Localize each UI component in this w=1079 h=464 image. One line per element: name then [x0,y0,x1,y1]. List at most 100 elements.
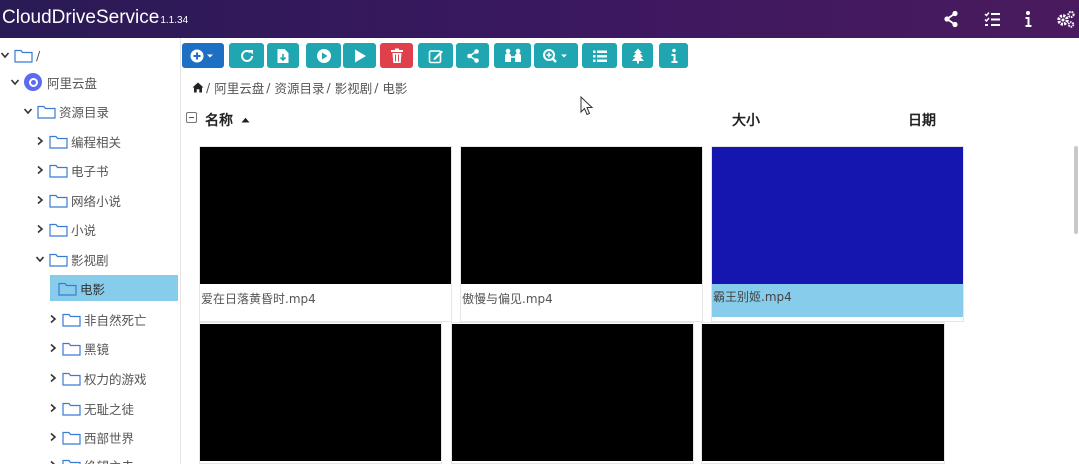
chevron-right-icon[interactable] [48,343,58,353]
tree-item-ebooks[interactable]: 电子书 [35,157,109,183]
chevron-down-icon[interactable] [10,77,20,87]
chevron-right-icon[interactable] [35,224,45,234]
tree-item-black-mirror[interactable]: 黑镜 [48,335,109,361]
delete-button[interactable] [380,43,413,68]
tree-item-movies[interactable]: 电影 [50,275,178,301]
file-card[interactable] [199,322,442,464]
column-name-label: 名称 [205,113,233,129]
tree-item-label: 非自然死亡 [84,312,147,328]
tree-item-label: 绝望主夫 [84,456,134,464]
column-header-size[interactable]: 大小 [732,110,760,130]
list-view-button[interactable] [582,43,617,68]
tree-item-label: 西部世界 [84,430,135,446]
rename-button[interactable] [418,43,453,68]
tree-item-label: 小说 [71,222,97,238]
tree-item-label: 编程相关 [71,134,122,150]
chevron-right-icon[interactable] [35,136,45,146]
tree-item-westworld[interactable]: 西部世界 [48,424,134,450]
chevron-down-icon[interactable] [23,106,33,116]
tree-item-desperate[interactable]: 绝望主夫 [48,452,134,464]
file-card-selected[interactable]: 霸王别姬.mp4 [711,146,964,322]
tree-item-label: 电影 [80,281,106,297]
folder-icon [49,252,68,267]
tree-item-tv-movies[interactable]: 影视剧 [35,246,109,272]
app-brand[interactable]: CloudDriveService1.1.34 [2,7,188,29]
folder-icon [62,371,81,386]
folder-icon [49,222,68,237]
folder-icon [49,193,68,208]
add-menu-button[interactable] [182,43,224,68]
home-icon[interactable] [192,82,204,93]
aliyun-logo-icon [24,73,42,91]
play-circle-icon [316,48,331,63]
chevron-right-icon[interactable] [48,432,58,442]
share-icon[interactable] [941,9,961,29]
tree-view-button[interactable] [622,43,653,68]
chevron-right-icon[interactable] [35,195,45,205]
app-version: 1.1.34 [160,15,189,26]
info-icon[interactable] [1018,9,1038,29]
folder-icon [62,458,81,464]
zoom-menu-button[interactable] [534,43,578,68]
tree-item-label: / [36,47,41,63]
folder-icon [58,281,77,296]
breadcrumb-item-current[interactable]: 电影 [382,78,407,97]
play-circle-button[interactable] [306,43,341,68]
scrollbar-thumb[interactable] [1074,146,1078,234]
tree-item-programming[interactable]: 编程相关 [35,128,121,154]
video-thumbnail [702,324,944,461]
chevron-right-icon[interactable] [48,403,58,413]
info-icon [671,48,677,63]
folder-icon [37,104,56,119]
tree-item-label: 无耻之徒 [84,401,135,417]
tree-item-label: 资源目录 [59,104,110,120]
info-button[interactable] [659,43,688,68]
upload-file-button[interactable] [267,43,299,68]
task-list-icon[interactable] [982,9,1002,29]
breadcrumb-item[interactable]: 阿里云盘 [214,78,264,97]
move-button[interactable] [494,43,531,68]
refresh-button[interactable] [229,43,264,68]
chevron-right-icon[interactable] [48,373,58,383]
tree-item-resources[interactable]: 资源目录 [23,98,109,124]
column-header-date[interactable]: 日期 [908,110,936,130]
chevron-down-icon[interactable] [35,254,45,264]
folder-icon [14,48,33,63]
chevron-down-icon[interactable] [0,50,10,60]
collapse-all-icon[interactable] [186,112,197,123]
tree-item-label: 黑镜 [84,341,110,357]
file-card[interactable] [701,322,945,464]
share-icon [466,48,479,63]
chevron-right-icon[interactable] [48,460,58,464]
folder-icon [49,134,68,149]
trash-icon [390,48,403,63]
breadcrumb-item[interactable]: 影视剧 [335,78,373,97]
breadcrumb-item[interactable]: 资源目录 [274,78,324,97]
folder-icon [62,312,81,327]
mouse-pointer-icon [580,96,594,116]
share-button[interactable] [456,43,489,68]
tree-item-aliyun[interactable]: 阿里云盘 [10,69,97,95]
top-bar: CloudDriveService1.1.34 [0,0,1079,38]
tree-item-web-novels[interactable]: 网络小说 [35,187,121,213]
sort-ascending-icon [241,117,250,123]
folder-tree-sidebar: / 阿里云盘 资源目录 编程相关 电子书 网络小说 小说 影视剧 电影 非自然死… [0,38,181,464]
file-card[interactable]: 爱在日落黄昏时.mp4 [199,146,452,322]
chevron-right-icon[interactable] [35,165,45,175]
tree-item-shameless[interactable]: 无耻之徒 [48,395,134,421]
refresh-icon [240,49,253,62]
video-thumbnail [461,147,702,284]
tree-item-got[interactable]: 权力的游戏 [48,365,147,391]
play-button[interactable] [343,43,376,68]
file-upload-icon [277,48,289,63]
tree-item-novels[interactable]: 小说 [35,216,96,242]
tree-item-root[interactable]: / [0,42,40,68]
tree-item-unnatural[interactable]: 非自然死亡 [48,306,147,332]
column-header-name[interactable]: 名称 [205,110,250,130]
file-card[interactable]: 傲慢与偏见.mp4 [460,146,703,322]
settings-icon[interactable] [1056,9,1076,29]
tree-item-label: 权力的游戏 [84,371,147,387]
chevron-right-icon[interactable] [48,314,58,324]
file-card[interactable] [451,322,694,464]
file-name: 傲慢与偏见.mp4 [462,292,553,306]
